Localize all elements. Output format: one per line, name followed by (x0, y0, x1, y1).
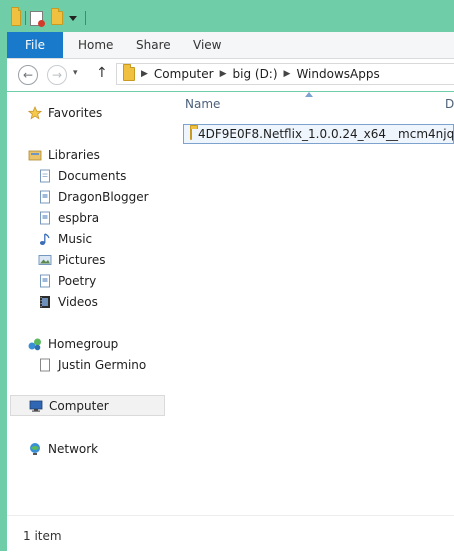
tab-view[interactable]: View (193, 32, 221, 58)
network-icon (30, 442, 40, 455)
back-button[interactable]: ← (18, 65, 38, 85)
navigation-pane: Favorites Libraries Documents DragonBlog… (7, 92, 165, 515)
nav-label: Documents (58, 168, 127, 183)
nav-network[interactable]: Network (28, 438, 98, 459)
tab-share[interactable]: Share (136, 32, 171, 58)
breadcrumb-separator[interactable]: ▶ (220, 69, 227, 79)
nav-library-dragonblogger[interactable]: DragonBlogger (38, 186, 149, 207)
nav-favorites[interactable]: Favorites (28, 102, 102, 123)
sort-ascending-icon (305, 92, 313, 97)
nav-label: Videos (58, 294, 98, 309)
breadcrumb-separator[interactable]: ▶ (141, 69, 148, 79)
tab-file[interactable]: File (7, 32, 63, 58)
nav-label: Pictures (58, 252, 106, 267)
customize-dropdown-icon[interactable] (69, 15, 77, 21)
folder-icon (190, 125, 198, 140)
user-page-icon (40, 358, 50, 371)
quick-access-toolbar (7, 6, 86, 30)
library-icon (40, 274, 50, 287)
new-folder-icon[interactable] (51, 8, 63, 25)
tab-home[interactable]: Home (78, 32, 113, 58)
column-header-name[interactable]: Name (185, 97, 220, 111)
breadcrumb-drive[interactable]: big (D:) (233, 67, 278, 81)
nav-library-espbra[interactable]: espbra (38, 207, 99, 228)
nav-label: Poetry (58, 273, 97, 288)
libraries-icon (28, 150, 42, 160)
nav-label: Computer (49, 398, 109, 413)
window-bottom-edge (0, 551, 454, 558)
breadcrumb-windowsapps[interactable]: WindowsApps (296, 67, 379, 81)
breadcrumb-computer[interactable]: Computer (154, 67, 214, 81)
nav-label: Justin Germino (58, 357, 147, 372)
nav-library-documents[interactable]: Documents (38, 165, 126, 186)
forward-button[interactable]: → (47, 65, 67, 85)
homegroup-icon (28, 338, 41, 350)
up-button[interactable]: ↑ (96, 65, 108, 81)
nav-label: Homegroup (48, 336, 119, 351)
nav-label: DragonBlogger (58, 189, 149, 204)
file-list-pane: Name D 4DF9E0F8.Netflix_1.0.0.24_x64__mc… (165, 92, 454, 515)
folder-icon (123, 64, 135, 81)
file-row[interactable]: 4DF9E0F8.Netflix_1.0.0.24_x64__mcm4njq..… (183, 124, 454, 144)
nav-homegroup[interactable]: Homegroup (28, 333, 118, 354)
nav-library-pictures[interactable]: Pictures (38, 249, 106, 270)
document-icon (40, 169, 50, 182)
nav-label: Network (48, 441, 99, 456)
nav-label: espbra (58, 210, 100, 225)
nav-label: Favorites (48, 105, 103, 120)
library-icon (40, 211, 50, 224)
folder-icon[interactable] (11, 7, 21, 26)
nav-library-music[interactable]: Music (38, 228, 92, 249)
explorer-content: Favorites Libraries Documents DragonBlog… (7, 92, 454, 515)
file-name: 4DF9E0F8.Netflix_1.0.0.24_x64__mcm4njq..… (198, 127, 454, 141)
navigation-bar: ← → ▾ ↑ ▶ Computer ▶ big (D:) ▶ WindowsA… (7, 59, 454, 91)
toolbar-divider (25, 11, 26, 25)
recent-locations-button[interactable]: ▾ (73, 68, 78, 78)
nav-homegroup-user[interactable]: Justin Germino (38, 354, 146, 375)
nav-label: Music (58, 231, 93, 246)
status-bar: 1 item (7, 515, 454, 552)
column-header-date[interactable]: D (445, 97, 454, 111)
toolbar-divider (85, 11, 86, 25)
music-icon (39, 232, 50, 245)
address-bar[interactable]: ▶ Computer ▶ big (D:) ▶ WindowsApps (116, 63, 454, 85)
ribbon-tabs: File Home Share View (7, 32, 454, 59)
star-icon (28, 105, 42, 119)
pictures-icon (38, 254, 52, 265)
library-icon (40, 190, 50, 203)
nav-library-poetry[interactable]: Poetry (38, 270, 96, 291)
nav-computer[interactable]: Computer (10, 395, 165, 416)
breadcrumb-separator[interactable]: ▶ (284, 69, 291, 79)
computer-icon (29, 400, 43, 412)
item-count: 1 item (23, 529, 62, 543)
nav-libraries[interactable]: Libraries (28, 144, 100, 165)
properties-icon[interactable] (30, 10, 45, 27)
nav-label: Libraries (48, 147, 100, 162)
videos-icon (40, 295, 50, 308)
nav-library-videos[interactable]: Videos (38, 291, 98, 312)
